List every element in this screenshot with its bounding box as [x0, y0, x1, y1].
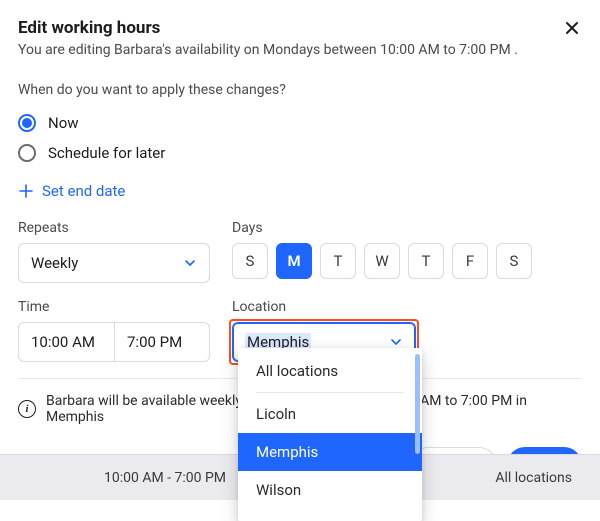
footer-location: All locations [495, 470, 572, 486]
time-label: Time [18, 299, 210, 315]
day-button-sun[interactable]: S [232, 243, 268, 279]
footer-time-range: 10:00 AM - 7:00 PM [104, 470, 226, 486]
radio-option-now[interactable]: Now [18, 108, 582, 138]
day-button-mon[interactable]: M [276, 243, 312, 279]
time-start-input[interactable]: 10:00 AM [18, 322, 114, 362]
radio-label: Now [48, 114, 79, 132]
plus-icon [18, 183, 34, 199]
location-option-lincoln[interactable]: Licoln [238, 395, 422, 433]
divider [256, 392, 404, 393]
location-option-memphis[interactable]: Memphis [238, 433, 422, 471]
close-button[interactable] [562, 18, 582, 38]
chevron-down-icon [183, 256, 197, 270]
day-button-wed[interactable]: W [364, 243, 400, 279]
location-dropdown[interactable]: All locations Licoln Memphis Wilson [238, 348, 422, 521]
location-label: Location [232, 299, 582, 315]
repeats-value: Weekly [31, 254, 78, 272]
scrollbar[interactable] [415, 354, 420, 454]
page-subtitle: You are editing Barbara's availability o… [18, 42, 518, 58]
location-option-all[interactable]: All locations [238, 352, 422, 390]
repeats-label: Repeats [18, 220, 210, 236]
day-button-thu[interactable]: T [408, 243, 444, 279]
days-label: Days [232, 220, 582, 236]
radio-icon [18, 144, 36, 162]
time-end-input[interactable]: 7:00 PM [114, 322, 210, 362]
radio-option-schedule-later[interactable]: Schedule for later [18, 138, 582, 168]
day-button-sat[interactable]: S [496, 243, 532, 279]
repeats-select[interactable]: Weekly [18, 243, 210, 283]
day-button-tue[interactable]: T [320, 243, 356, 279]
chevron-down-icon [389, 335, 403, 349]
set-end-date-link[interactable]: Set end date [18, 182, 125, 200]
radio-icon [18, 114, 36, 132]
day-button-fri[interactable]: F [452, 243, 488, 279]
page-title: Edit working hours [18, 18, 518, 38]
radio-label: Schedule for later [48, 144, 165, 162]
location-option-wilson[interactable]: Wilson [238, 471, 422, 509]
close-icon [564, 20, 580, 36]
apply-question: When do you want to apply these changes? [18, 82, 582, 98]
set-end-date-label: Set end date [42, 182, 125, 200]
info-icon: i [18, 400, 36, 418]
